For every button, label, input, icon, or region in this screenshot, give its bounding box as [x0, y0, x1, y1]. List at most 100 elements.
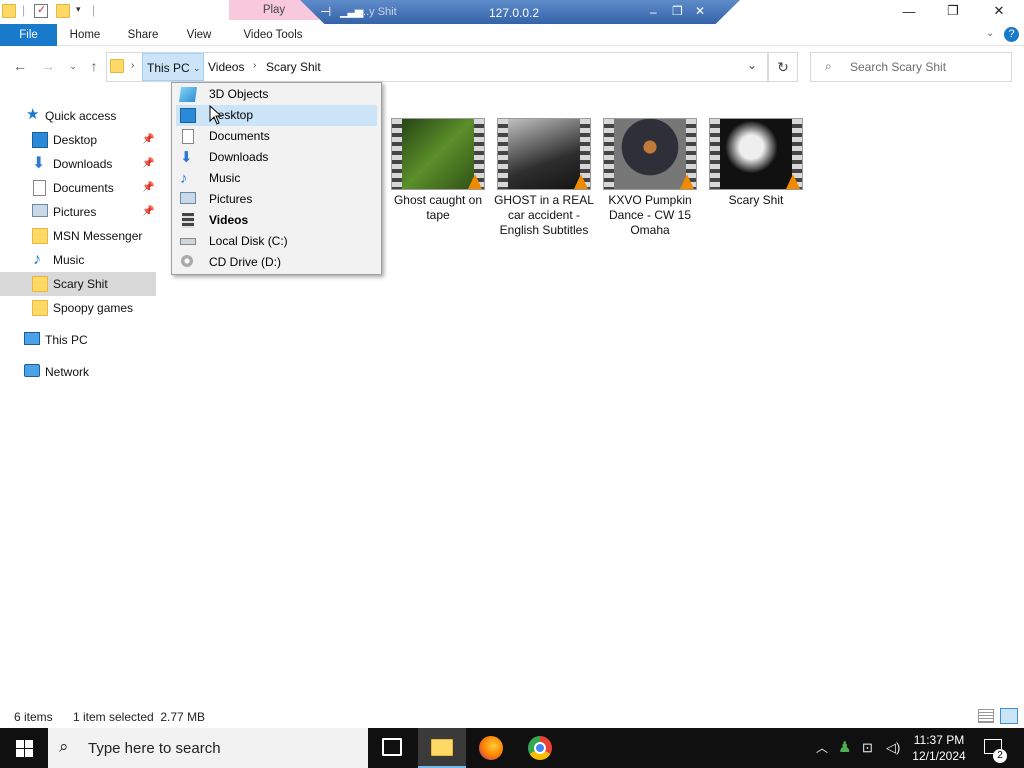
menu-item-label: Pictures [209, 192, 253, 206]
notification-badge: 2 [993, 749, 1007, 763]
properties-icon[interactable]: ✓ [34, 4, 48, 18]
back-button[interactable]: ← [10, 58, 30, 76]
show-hidden-icons-icon[interactable]: ︿ [816, 728, 828, 768]
address-bar[interactable] [106, 52, 768, 82]
remote-close-icon[interactable]: ✕ [695, 4, 705, 18]
menu-item-downloads[interactable]: ⬇ Downloads [176, 147, 377, 168]
menu-item-videos[interactable]: Videos [176, 210, 377, 231]
desktop-icon [32, 132, 48, 148]
tab-home[interactable]: Home [62, 24, 108, 46]
file-name[interactable]: GHOST in a REAL car accident - English S… [489, 193, 599, 238]
breadcrumb-this-pc[interactable]: This PC ⌄ [142, 53, 204, 81]
user-status-icon[interactable]: ♟ [838, 728, 851, 768]
sidebar-item-label: Spoopy games [53, 301, 134, 315]
sidebar-item-pictures[interactable]: Pictures 📌 [0, 200, 156, 224]
document-icon [182, 129, 194, 144]
windows-start-icon[interactable] [16, 740, 33, 757]
file-name[interactable]: Ghost caught on tape [383, 193, 493, 223]
file-thumbnail[interactable] [391, 118, 485, 190]
sidebar-item-documents[interactable]: Documents 📌 [0, 176, 156, 200]
file-thumbnail[interactable] [603, 118, 697, 190]
taskbar-search-placeholder: Type here to search [88, 740, 221, 757]
menu-item-3d-objects[interactable]: 3D Objects [176, 84, 377, 105]
file-name[interactable]: Scary Shit [701, 193, 811, 208]
menu-item-label: CD Drive (D:) [209, 255, 281, 269]
firefox-icon[interactable] [479, 736, 503, 760]
customize-qat-icon[interactable]: ▾ [76, 4, 81, 15]
breadcrumb-videos[interactable]: Videos [208, 53, 244, 81]
menu-item-label: Documents [209, 129, 270, 143]
pin-icon[interactable]: ⊣ [320, 4, 331, 20]
tab-view[interactable]: View [179, 24, 219, 46]
task-view-icon[interactable] [382, 738, 402, 756]
sidebar-item-label: MSN Messenger [53, 229, 143, 243]
volume-icon[interactable]: ◁) [886, 728, 900, 768]
tab-file[interactable]: File [0, 24, 57, 46]
menu-item-music[interactable]: ♪ Music [176, 168, 377, 189]
forward-button[interactable]: → [38, 58, 58, 76]
up-button[interactable]: ↑ [84, 58, 104, 76]
sidebar-item-quick-access[interactable]: ★ Quick access [0, 104, 156, 128]
music-icon: ♪ [180, 170, 188, 187]
close-button[interactable]: ✕ [976, 0, 1022, 22]
this-pc-dropdown-menu: 3D Objects Desktop Documents ⬇ Downloads… [171, 82, 382, 275]
sidebar-item-msn-messenger[interactable]: MSN Messenger [0, 224, 156, 248]
selection-info: 1 item selected 2.77 MB [73, 710, 206, 724]
remote-minimize-icon[interactable]: ‒ [650, 5, 657, 19]
file-thumbnail[interactable] [497, 118, 591, 190]
menu-item-pictures[interactable]: Pictures [176, 189, 377, 210]
details-view-icon[interactable] [978, 709, 994, 723]
pin-icon: 📌 [142, 182, 155, 193]
menu-item-desktop[interactable]: Desktop [176, 105, 377, 126]
file-thumbnail[interactable] [709, 118, 803, 190]
file-explorer-taskbar-button[interactable] [418, 728, 466, 768]
recent-locations-icon[interactable]: ⌄ [63, 61, 83, 79]
search-box[interactable]: ⌕ Search Scary Shit [810, 52, 1012, 82]
minimize-button[interactable]: — [886, 0, 932, 22]
menu-item-local-disk[interactable]: Local Disk (C:) [176, 231, 377, 252]
clock[interactable]: 11:37 PM 12/1/2024 [908, 732, 970, 764]
address-history-icon[interactable]: ⌄ [747, 58, 757, 72]
refresh-button[interactable]: ↻ [768, 52, 798, 82]
remote-restore-icon[interactable]: ❐ [672, 4, 683, 18]
sidebar-item-label: Documents [53, 181, 114, 195]
pin-icon: 📌 [142, 134, 155, 145]
maximize-button[interactable]: ❐ [930, 0, 976, 22]
tab-video-tools[interactable]: Video Tools [233, 24, 313, 46]
menu-item-label: Downloads [209, 150, 269, 164]
film-strip [392, 119, 402, 189]
music-icon: ♪ [33, 251, 41, 268]
sidebar-item-desktop[interactable]: Desktop 📌 [0, 128, 156, 152]
menu-item-documents[interactable]: Documents [176, 126, 377, 147]
sidebar-item-spoopy-games[interactable]: Spoopy games [0, 296, 156, 320]
chevron-right-icon: › [131, 60, 135, 71]
file-name[interactable]: KXVO Pumpkin Dance - CW 15 Omaha [595, 193, 705, 238]
navigation-pane: ★ Quick access Desktop 📌 ⬇ Downloads 📌 D… [0, 100, 157, 700]
network-icon [24, 364, 40, 377]
breadcrumb-scary-shit[interactable]: Scary Shit [266, 53, 321, 81]
sidebar-item-this-pc[interactable]: This PC [0, 328, 156, 352]
taskbar-search-box[interactable]: ⌕ Type here to search [48, 728, 368, 768]
search-placeholder: Search Scary Shit [850, 60, 947, 74]
folder-icon [32, 228, 48, 244]
chrome-icon[interactable] [528, 736, 552, 760]
separator: | [22, 3, 26, 17]
folder-icon [110, 59, 124, 73]
network-tray-icon[interactable]: ⊡ [862, 728, 873, 768]
sidebar-item-scary-shit[interactable]: Scary Shit [0, 272, 156, 296]
expand-ribbon-icon[interactable]: ⌄ [986, 28, 994, 39]
sidebar-item-music[interactable]: ♪ Music [0, 248, 156, 272]
sidebar-item-label: This PC [45, 333, 88, 347]
chevron-down-icon[interactable]: ⌄ [193, 54, 201, 82]
sidebar-item-label: Pictures [53, 205, 97, 219]
pin-icon: 📌 [142, 158, 155, 169]
large-icons-view-icon[interactable] [1000, 708, 1018, 724]
sidebar-item-network[interactable]: Network [0, 360, 156, 384]
sidebar-item-downloads[interactable]: ⬇ Downloads 📌 [0, 152, 156, 176]
tab-share[interactable]: Share [121, 24, 165, 46]
separator: | [92, 3, 96, 17]
menu-item-cd-drive[interactable]: CD Drive (D:) [176, 252, 377, 273]
menu-item-label: Music [209, 171, 241, 185]
help-icon[interactable]: ? [1004, 27, 1019, 42]
new-folder-icon[interactable] [56, 4, 70, 18]
